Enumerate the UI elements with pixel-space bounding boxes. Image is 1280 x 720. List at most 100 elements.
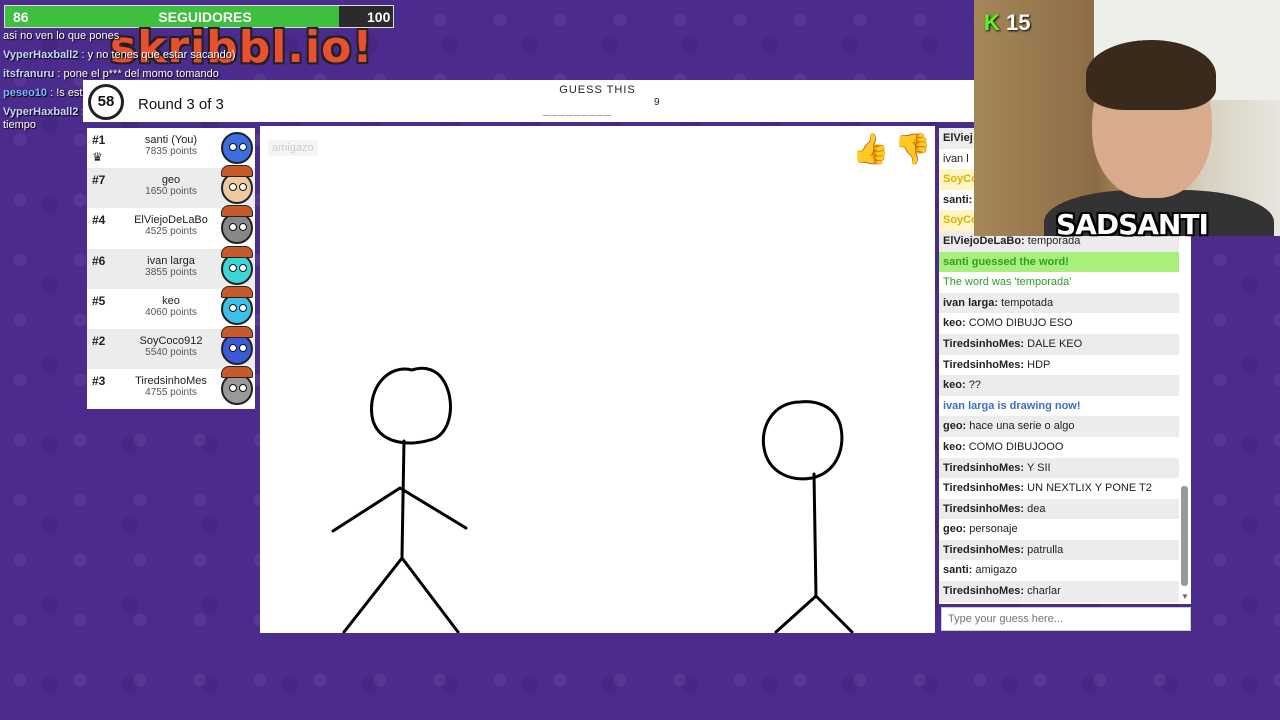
chat-message: TiredsinhoMes: charlar bbox=[939, 581, 1179, 602]
chat-text: hace una serie o algo bbox=[969, 420, 1075, 433]
chat-message: geo: personaje bbox=[939, 519, 1179, 540]
player-rank: #7 bbox=[92, 173, 106, 188]
chat-user: keo: bbox=[943, 440, 966, 453]
drawing-canvas[interactable] bbox=[260, 126, 935, 634]
player-points: 7835 points bbox=[145, 146, 197, 157]
round-indicator: Round 3 of 3 bbox=[138, 96, 224, 113]
avatar-eye bbox=[229, 263, 237, 272]
chat-message: keo: COMO DIBUJOOO bbox=[939, 437, 1179, 458]
chat-input[interactable] bbox=[941, 607, 1191, 631]
overlay-chat-text: y no tenes que estar sacando) bbox=[87, 49, 236, 61]
avatar-hat bbox=[221, 205, 253, 218]
chat-text: COMO DIBUJOOO bbox=[968, 440, 1064, 453]
player-rank: #3 bbox=[92, 374, 106, 389]
player-name: ivan larga bbox=[147, 254, 195, 267]
chat-user: ElViejoDeLaBo: bbox=[943, 234, 1025, 247]
avatar-eye bbox=[239, 344, 247, 352]
chat-text: ivan larga is drawing now! bbox=[943, 399, 1081, 412]
avatar-eye bbox=[229, 183, 237, 192]
avatar-eye bbox=[239, 183, 247, 192]
chat-message: santi guessed the word! bbox=[939, 251, 1179, 273]
player-row[interactable]: #3 TiredsinhoMes 4755 points bbox=[87, 366, 255, 409]
avatar-hat bbox=[221, 326, 253, 338]
player-points: 4060 points bbox=[145, 306, 197, 318]
player-name: keo bbox=[162, 294, 180, 307]
chat-message: santi: amigazo bbox=[939, 560, 1179, 581]
overlay-chat-text: pone el p*** del momo tomando bbox=[63, 68, 219, 80]
chat-user: ivan larga: bbox=[943, 296, 999, 309]
avatar-eye bbox=[229, 303, 237, 312]
overlay-chat-user: VyperHaxball2 bbox=[3, 49, 79, 61]
player-row[interactable]: #7 geo 1650 points bbox=[87, 165, 255, 209]
chat-text: charlar bbox=[1027, 585, 1061, 598]
player-points: 1650 points bbox=[145, 186, 197, 198]
chat-message: TiredsinhoMes: Y SII bbox=[939, 457, 1179, 479]
chat-text: dea bbox=[1027, 502, 1046, 515]
chat-user: geo: bbox=[943, 523, 967, 536]
avatar-eye bbox=[239, 263, 247, 272]
chat-scrollbar[interactable] bbox=[1181, 486, 1188, 586]
chat-text: santi guessed the word! bbox=[943, 255, 1069, 268]
player-rank: #4 bbox=[92, 213, 106, 228]
player-avatar bbox=[221, 212, 253, 245]
chat-user: TiredsinhoMes: bbox=[943, 585, 1025, 598]
player-rank: #1 bbox=[92, 133, 106, 147]
chat-user: geo: bbox=[943, 420, 967, 433]
player-rank: #5 bbox=[92, 293, 106, 308]
chat-message: TiredsinhoMes: patrulla bbox=[939, 539, 1179, 561]
player-name: santi (You) bbox=[144, 134, 198, 146]
chat-text: Y SII bbox=[1026, 461, 1051, 474]
overlay-chat-user: itsfranuru bbox=[3, 68, 55, 80]
avatar-eye bbox=[229, 384, 237, 393]
player-row[interactable]: #4 ElViejoDeLaBo 4525 points bbox=[87, 205, 255, 248]
thumbs-up-icon[interactable]: 👍 bbox=[852, 132, 889, 167]
kick-icon: K bbox=[984, 10, 1000, 35]
player-row[interactable]: #5 keo 4060 points bbox=[87, 285, 255, 329]
avatar-eye bbox=[239, 223, 247, 232]
overlay-chat-message: asi no ven lo que pones bbox=[3, 30, 243, 43]
chat-message: geo: hace una serie o algo bbox=[939, 416, 1179, 437]
chat-text: ivan l bbox=[943, 152, 969, 165]
player-points: 4755 points bbox=[145, 387, 197, 399]
player-row[interactable]: #2 SoyCoco912 5540 points bbox=[87, 326, 255, 369]
chat-message: TiredsinhoMes: UN NEXTLIX Y PONE T2 bbox=[939, 478, 1179, 499]
overlay-chat-user: peseo10 bbox=[3, 87, 48, 99]
kick-viewer-count: K 15 bbox=[984, 10, 1031, 36]
chat-text: patrulla bbox=[1027, 543, 1064, 556]
chat-text: COMO DIBUJO ESO bbox=[968, 317, 1073, 330]
player-points: 3855 points bbox=[145, 266, 197, 278]
chat-user: keo: bbox=[943, 379, 966, 392]
word-length: 9 bbox=[654, 97, 660, 108]
player-name: ElViejoDeLaBo bbox=[134, 214, 208, 227]
player-points: 4525 points bbox=[145, 226, 197, 238]
player-row[interactable]: #6 ivan larga 3855 points bbox=[87, 245, 255, 289]
chat-user: keo: bbox=[943, 317, 966, 330]
chat-text: tempotada bbox=[1001, 296, 1054, 309]
avatar-hat bbox=[221, 165, 253, 178]
chat-text: SoyCo bbox=[943, 173, 978, 186]
avatar-eye bbox=[239, 303, 247, 312]
scroll-down-icon[interactable]: ▼ bbox=[1181, 592, 1189, 601]
avatar-eye bbox=[239, 384, 247, 393]
streamer-hair bbox=[1086, 40, 1216, 110]
player-list: #1 santi (You) 7835 points #7 geo 1650 points… bbox=[87, 128, 255, 409]
chat-text: ?? bbox=[968, 379, 981, 392]
avatar-eye bbox=[229, 143, 237, 151]
overlay-chat-text: asi no ven lo que pones bbox=[3, 30, 120, 42]
viewer-count: 15 bbox=[1006, 10, 1031, 35]
guess-this-label: GUESS THIS bbox=[559, 84, 636, 96]
player-row[interactable]: #1 santi (You) 7835 points bbox=[87, 128, 255, 168]
thumbs-down-icon[interactable]: 👎 bbox=[894, 132, 931, 167]
chat-user: TiredsinhoMes: bbox=[943, 358, 1025, 371]
overlay-chat-user: VyperHaxball2 bbox=[3, 106, 79, 118]
player-name: geo bbox=[161, 174, 181, 187]
chat-text: DALE KEO bbox=[1027, 337, 1083, 350]
player-points: 5540 points bbox=[145, 347, 197, 358]
avatar-eye bbox=[239, 143, 247, 151]
avatar-hat bbox=[221, 285, 253, 298]
chat-user: TiredsinhoMes: bbox=[943, 482, 1025, 495]
stick-figures-drawing bbox=[331, 366, 854, 634]
chat-message: The word was 'temporada' bbox=[939, 272, 1179, 293]
chat-message: keo: COMO DIBUJO ESO bbox=[939, 313, 1179, 334]
chat-message: TiredsinhoMes: dea bbox=[939, 498, 1179, 520]
